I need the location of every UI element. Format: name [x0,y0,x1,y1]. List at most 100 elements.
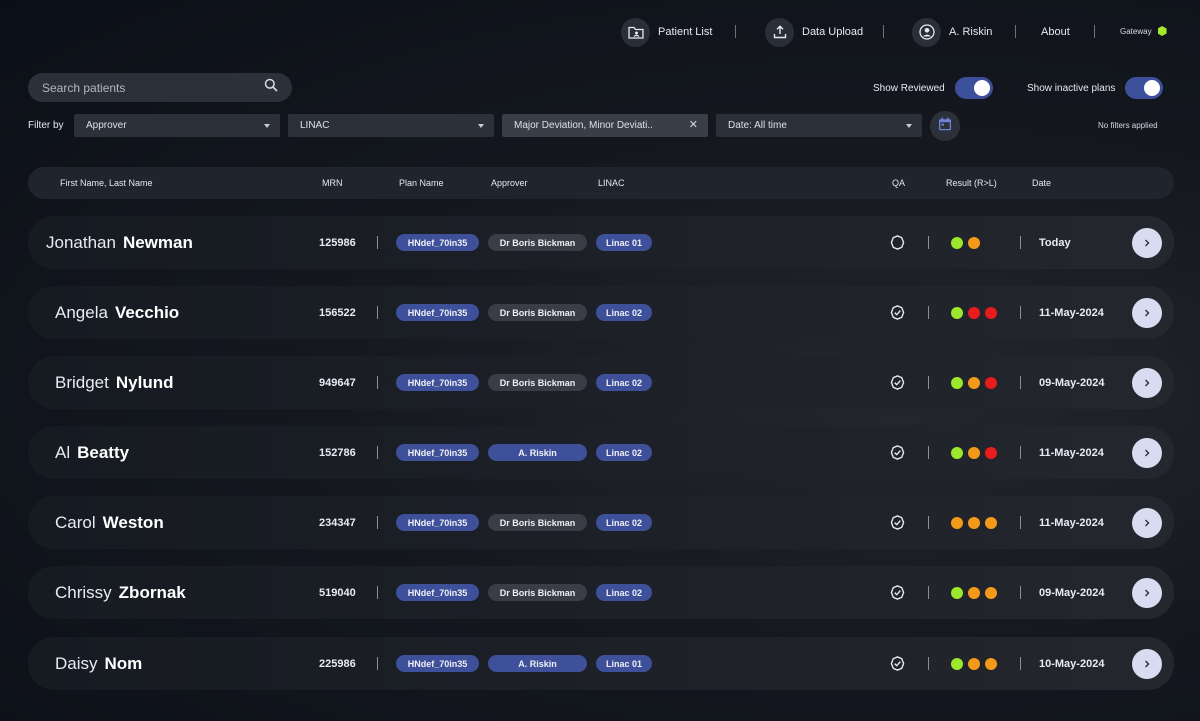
table-row[interactable]: Bridget Nylund 949647 HNdef_70in35 Dr Boris … [28,356,1174,409]
cell-divider [928,236,929,249]
nav-divider [883,25,884,38]
nav-divider [735,25,736,38]
open-patient-button[interactable] [1132,368,1162,398]
open-patient-button[interactable] [1132,298,1162,328]
col-header-mrn[interactable]: MRN [322,178,343,188]
nav-patient-list[interactable]: Patient List [621,17,712,47]
approver-tag[interactable]: Dr Boris Bickman [488,584,587,601]
approver-filter-dropdown[interactable]: Approver [74,114,280,137]
nav-about[interactable]: About [1041,17,1070,47]
plan-name-tag[interactable]: HNdef_70in35 [396,444,479,461]
cell-divider [1020,516,1021,529]
last-name: Beatty [77,442,130,462]
cell-divider [377,516,378,529]
result-dot-red [985,446,997,459]
qa-verified-icon [890,515,905,530]
qa-verified-icon [890,585,905,600]
result-dot-orange [951,516,963,529]
table-row[interactable]: Carol Weston 234347 HNdef_70in35 Dr Boris Bi… [28,496,1174,549]
col-header-plan[interactable]: Plan Name [399,178,444,188]
approver-tag[interactable]: Dr Boris Bickman [488,304,587,321]
linac-filter-dropdown[interactable]: LINAC [288,114,494,137]
mrn-value: 949647 [319,376,356,389]
plan-name-tag[interactable]: HNdef_70in35 [396,514,479,531]
col-header-result[interactable]: Result (R>L) [946,178,997,188]
approver-tag[interactable]: A. Riskin [488,655,587,672]
open-patient-button[interactable] [1132,508,1162,538]
table-row[interactable]: Daisy Nom 225986 HNdef_70in35 A. Riskin Linac… [28,637,1174,690]
chevron-right-icon [1142,448,1152,458]
linac-tag[interactable]: Linac 01 [596,655,652,672]
approver-tag[interactable]: Dr Boris Bickman [488,234,587,251]
caret-down-icon [906,123,912,128]
nav-data-upload[interactable]: Data Upload [765,17,863,47]
last-name: Newman [122,232,193,252]
linac-filter-value: LINAC [300,120,330,131]
last-name: Zbornak [118,582,186,602]
plan-name-tag[interactable]: HNdef_70in35 [396,655,479,672]
open-patient-button[interactable] [1132,578,1162,608]
gateway-label: Gateway [1120,26,1152,36]
approver-tag[interactable]: Dr Boris Bickman [488,374,587,391]
result-filter-dropdown[interactable]: Major Deviation, Minor Deviati.. ✕ [502,114,708,137]
show-reviewed-label: Show Reviewed [873,82,945,94]
col-header-date[interactable]: Date [1032,178,1051,188]
nav-divider [1015,25,1016,38]
linac-tag[interactable]: Linac 02 [596,444,652,461]
open-patient-button[interactable] [1132,228,1162,258]
cell-divider [1020,446,1021,459]
calendar-icon [938,117,952,136]
approver-tag[interactable]: A. Riskin [488,444,587,461]
clear-filter-icon[interactable]: ✕ [689,120,698,131]
nav-user[interactable]: A. Riskin [912,17,992,47]
calendar-button[interactable] [930,111,960,141]
plan-date: 11-May-2024 [1039,306,1104,319]
plan-name-tag[interactable]: HNdef_70in35 [396,234,479,251]
mrn-value: 234347 [319,516,356,529]
cell-divider [1020,586,1021,599]
show-reviewed-toggle[interactable] [954,77,993,99]
qa-verified-icon [890,656,905,671]
result-dot-orange [968,516,980,529]
table-row[interactable]: Chrissy Zbornak 519040 HNdef_70in35 Dr Boris… [28,566,1174,619]
col-header-linac[interactable]: LINAC [598,178,625,188]
gateway-online-icon [1157,26,1167,36]
result-dot-green [951,657,963,670]
cell-divider [928,586,929,599]
open-patient-button[interactable] [1132,649,1162,679]
table-row[interactable]: Jonathan Newman 125986 HNdef_70in35 Dr Boris… [28,216,1174,269]
plan-date: 10-May-2024 [1039,657,1105,670]
open-patient-button[interactable] [1132,438,1162,468]
show-inactive-toggle-group: Show inactive plans [1027,77,1164,99]
date-filter-dropdown[interactable]: Date: All time [716,114,922,137]
plan-name-tag[interactable]: HNdef_70in35 [396,584,479,601]
col-header-name[interactable]: First Name, Last Name [60,178,153,188]
col-header-approver[interactable]: Approver [491,178,528,188]
search-input[interactable]: Search patients [28,73,292,102]
qa-verified-icon [890,305,905,320]
table-row[interactable]: Angela Vecchio 156522 HNdef_70in35 Dr Boris … [28,286,1174,339]
linac-tag[interactable]: Linac 02 [596,374,652,391]
folder-icon [621,17,650,47]
plan-name-tag[interactable]: HNdef_70in35 [396,304,479,321]
plan-date: Today [1039,236,1071,249]
first-name: Jonathan [46,232,116,252]
gateway-status: Gateway [1120,26,1167,36]
linac-tag[interactable]: Linac 01 [596,234,652,251]
nav-data-upload-label: Data Upload [802,26,864,38]
chevron-right-icon [1142,238,1152,248]
approver-tag[interactable]: Dr Boris Bickman [488,514,587,531]
mrn-value: 519040 [319,586,356,599]
linac-tag[interactable]: Linac 02 [596,514,652,531]
col-header-qa[interactable]: QA [892,178,905,188]
plan-name-tag[interactable]: HNdef_70in35 [396,374,479,391]
chevron-right-icon [1142,588,1152,598]
show-inactive-toggle[interactable] [1125,77,1164,99]
qa-pending-icon [890,235,905,250]
nav-divider [1094,25,1095,38]
table-row[interactable]: Al Beatty 152786 HNdef_70in35 A. Riskin Linac… [28,426,1174,479]
result-indicators [951,516,997,529]
qa-verified-icon [890,375,905,390]
linac-tag[interactable]: Linac 02 [596,584,652,601]
linac-tag[interactable]: Linac 02 [596,304,652,321]
